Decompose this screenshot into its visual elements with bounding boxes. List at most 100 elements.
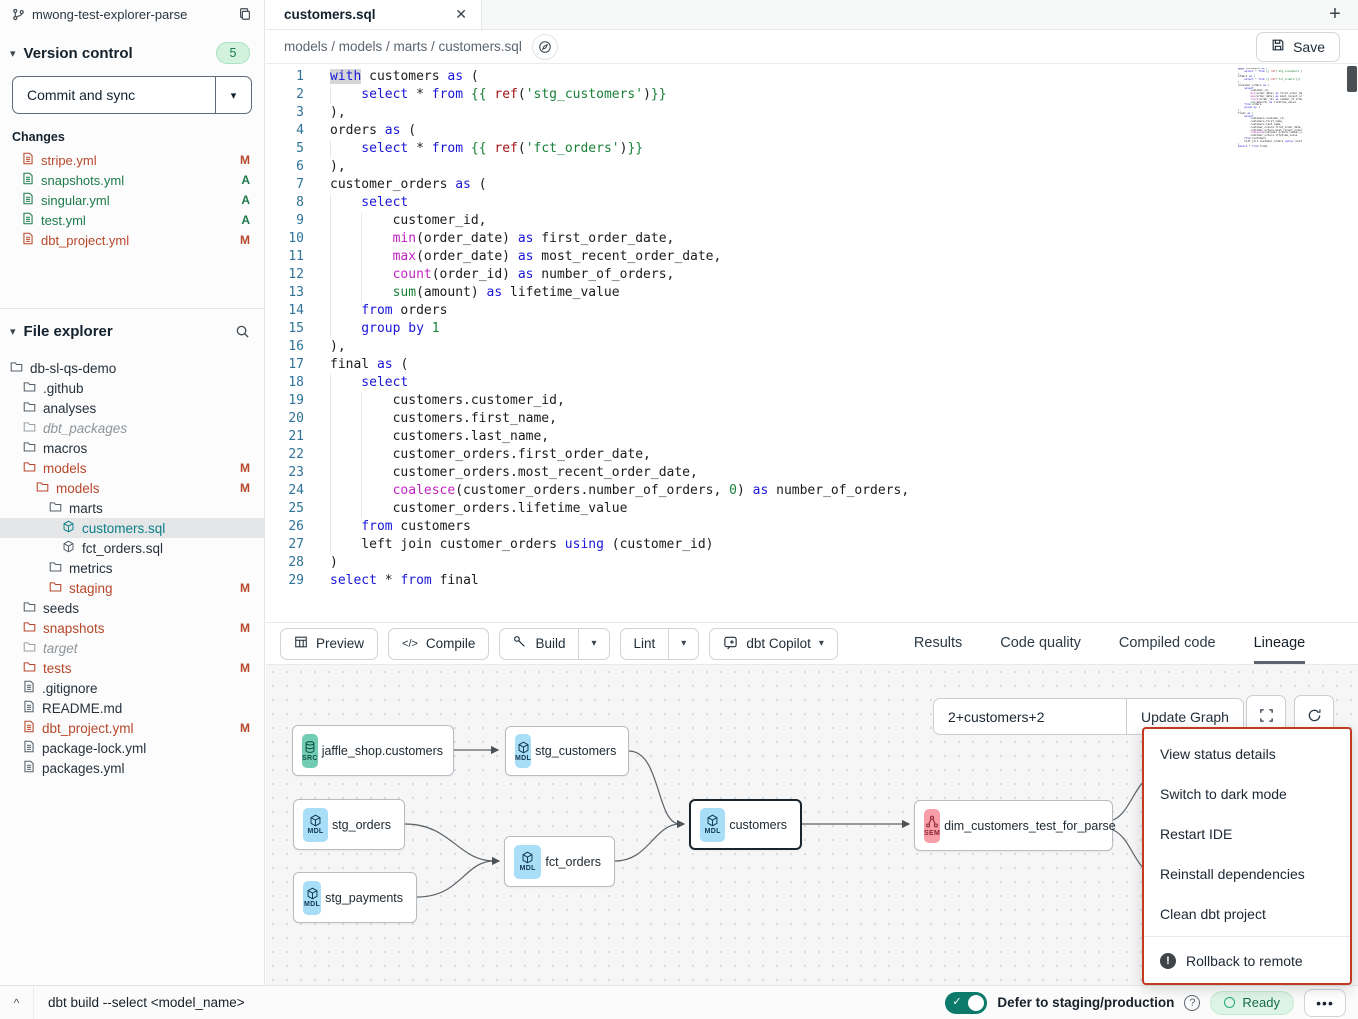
code-line-3[interactable]: 3), [266,104,1358,122]
tab-lineage[interactable]: Lineage [1254,623,1306,664]
code-line-26[interactable]: 26 from customers [266,518,1358,536]
tree-folder-tests[interactable]: tests M [0,658,264,678]
tree-folder-marts[interactable]: marts [0,498,264,518]
tree-folder-metrics[interactable]: metrics [0,558,264,578]
command-input[interactable]: dbt build --select <model_name> [34,995,259,1010]
node-label: stg_orders [328,818,395,832]
tree-folder-snapshots[interactable]: snapshots M [0,618,264,638]
dbt-copilot-button[interactable]: dbt Copilot ▾ [709,628,838,660]
tree-folder-seeds[interactable]: seeds [0,598,264,618]
editor-scrollbar[interactable] [1347,66,1357,92]
code-line-27[interactable]: 27 left join customer_orders using (cust… [266,536,1358,554]
code-line-6[interactable]: 6), [266,158,1358,176]
tab-code-quality[interactable]: Code quality [1000,623,1081,664]
code-line-21[interactable]: 21 customers.last_name, [266,428,1358,446]
tree-folder-models[interactable]: models M [0,478,264,498]
build-button[interactable]: Build [500,629,578,659]
lineage-node-fct_orders[interactable]: MDL fct_orders [504,836,615,887]
lint-label: Lint [634,636,656,651]
code-line-8[interactable]: 8 select [266,194,1358,212]
lineage-node-stg_customers[interactable]: MDL stg_customers [505,726,629,776]
tree-file-.gitignore[interactable]: .gitignore [0,678,264,698]
changed-file-dbt_project.yml[interactable]: dbt_project.yml M [0,230,264,250]
code-line-22[interactable]: 22 customer_orders.first_order_date, [266,446,1358,464]
commit-and-sync-button[interactable]: Commit and sync ▾ [12,76,252,114]
changed-file-singular.yml[interactable]: singular.yml A [0,190,264,210]
tree-folder-target[interactable]: target [0,638,264,658]
lineage-node-customers[interactable]: MDL customers [689,799,802,850]
lineage-node-stg_payments[interactable]: MDL stg_payments [293,872,417,923]
code-line-11[interactable]: 11 max(order_date) as most_recent_order_… [266,248,1358,266]
code-line-13[interactable]: 13 sum(amount) as lifetime_value [266,284,1358,302]
new-tab-button[interactable]: + [1312,0,1358,29]
code-line-9[interactable]: 9 customer_id, [266,212,1358,230]
code-line-20[interactable]: 20 customers.first_name, [266,410,1358,428]
tree-file-dbt_project.yml[interactable]: dbt_project.yml M [0,718,264,738]
code-line-15[interactable]: 15 group by 1 [266,320,1358,338]
tree-folder-.github[interactable]: .github [0,378,264,398]
menu-item-view-status-details[interactable]: View status details [1144,734,1350,774]
lint-button[interactable]: Lint [621,629,669,659]
close-tab-icon[interactable]: ✕ [455,6,467,23]
code-line-7[interactable]: 7customer_orders as ( [266,176,1358,194]
tree-file-customers.sql[interactable]: customers.sql [0,518,264,538]
preview-button[interactable]: Preview [280,628,378,660]
code-line-1[interactable]: 1with customers as ( [266,68,1358,86]
copy-icon[interactable] [238,7,252,21]
tree-file-fct_orders.sql[interactable]: fct_orders.sql [0,538,264,558]
changed-file-stripe.yml[interactable]: stripe.yml M [0,150,264,170]
search-icon[interactable] [235,324,250,339]
collapse-panel-chevron[interactable]: ^ [0,986,34,1019]
help-icon[interactable]: ? [1184,995,1200,1011]
code-line-18[interactable]: 18 select [266,374,1358,392]
code-editor[interactable]: 1with customers as (2 select * from {{ r… [266,64,1358,622]
tree-folder-db-sl-qs-demo[interactable]: db-sl-qs-demo [0,358,264,378]
menu-item-rollback-to-remote[interactable]: ! Rollback to remote [1144,939,1350,983]
tab-customers-sql[interactable]: customers.sql ✕ [266,0,482,29]
code-line-23[interactable]: 23 customer_orders.most_recent_order_dat… [266,464,1358,482]
file-explorer-header[interactable]: ▾ File explorer [0,309,264,350]
build-options-dropdown[interactable]: ▾ [578,629,608,659]
code-line-25[interactable]: 25 customer_orders.lifetime_value [266,500,1358,518]
code-line-12[interactable]: 12 count(order_id) as number_of_orders, [266,266,1358,284]
lineage-node-jaffle_shop.customers[interactable]: SRC jaffle_shop.customers [292,725,454,776]
tree-folder-analyses[interactable]: analyses [0,398,264,418]
tab-compiled-code[interactable]: Compiled code [1119,623,1216,664]
tree-file-README.md[interactable]: README.md [0,698,264,718]
compile-button[interactable]: </> Compile [388,628,489,660]
tree-file-packages.yml[interactable]: packages.yml [0,758,264,778]
version-control-header[interactable]: ▾ Version control 5 [0,28,264,74]
commit-options-dropdown[interactable]: ▾ [215,77,251,113]
menu-item-switch-to-dark-mode[interactable]: Switch to dark mode [1144,774,1350,814]
menu-item-reinstall-dependencies[interactable]: Reinstall dependencies [1144,854,1350,894]
code-line-5[interactable]: 5 select * from {{ ref('fct_orders')}} [266,140,1358,158]
tab-results[interactable]: Results [914,623,962,664]
code-line-14[interactable]: 14 from orders [266,302,1358,320]
code-line-16[interactable]: 16), [266,338,1358,356]
save-button[interactable]: Save [1256,32,1340,62]
explore-compass-icon[interactable] [532,34,558,60]
code-line-24[interactable]: 24 coalesce(customer_orders.number_of_or… [266,482,1358,500]
lint-options-dropdown[interactable]: ▾ [668,629,698,659]
defer-toggle[interactable]: ✓ [945,992,987,1014]
code-line-17[interactable]: 17final as ( [266,356,1358,374]
code-line-29[interactable]: 29select * from final [266,572,1358,590]
tree-folder-staging[interactable]: staging M [0,578,264,598]
code-line-19[interactable]: 19 customers.customer_id, [266,392,1358,410]
code-line-2[interactable]: 2 select * from {{ ref('stg_customers')}… [266,86,1358,104]
lineage-node-stg_orders[interactable]: MDL stg_orders [293,799,405,850]
lineage-filter-input[interactable] [933,698,1126,735]
tree-folder-macros[interactable]: macros [0,438,264,458]
changed-file-test.yml[interactable]: test.yml A [0,210,264,230]
tree-folder-models[interactable]: models M [0,458,264,478]
tree-file-package-lock.yml[interactable]: package-lock.yml [0,738,264,758]
code-line-10[interactable]: 10 min(order_date) as first_order_date, [266,230,1358,248]
tree-folder-dbt_packages[interactable]: dbt_packages [0,418,264,438]
code-line-4[interactable]: 4orders as ( [266,122,1358,140]
code-line-28[interactable]: 28) [266,554,1358,572]
menu-item-restart-ide[interactable]: Restart IDE [1144,814,1350,854]
more-options-button[interactable]: ••• [1304,989,1346,1017]
lineage-node-dim_customers_test_for_parse[interactable]: SEM dim_customers_test_for_parse [914,800,1113,851]
changed-file-snapshots.yml[interactable]: snapshots.yml A [0,170,264,190]
menu-item-clean-dbt-project[interactable]: Clean dbt project [1144,894,1350,934]
